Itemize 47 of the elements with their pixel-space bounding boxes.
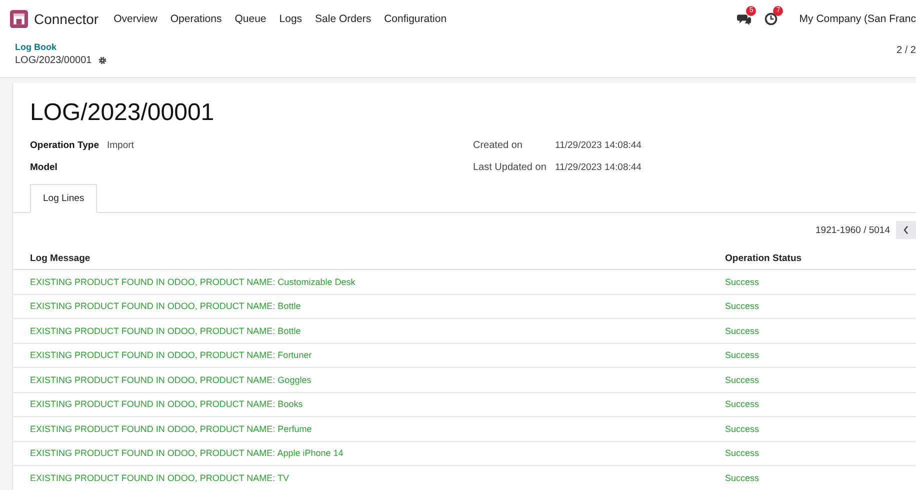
- status-text: Success: [725, 276, 760, 287]
- log-message: EXISTING PRODUCT FOUND IN ODOO, PRODUCT NAME: Bottle: [30, 301, 301, 312]
- menu-item[interactable]: Overview: [114, 13, 158, 25]
- menu-item[interactable]: Operations: [170, 13, 222, 25]
- column-header[interactable]: Operation Status: [725, 247, 916, 270]
- status-text: Success: [725, 399, 760, 410]
- status-text: Success: [725, 301, 760, 312]
- menu-item[interactable]: Queue: [234, 13, 266, 25]
- list-pager: 1921-1960 / 5014: [816, 224, 890, 236]
- status-text: Success: [725, 448, 760, 458]
- menu-item[interactable]: Sale Orders: [315, 13, 372, 25]
- field-label: Model: [30, 162, 58, 172]
- column-header[interactable]: Log Message: [13, 247, 725, 270]
- status-text: Success: [725, 424, 760, 434]
- log-message: EXISTING PRODUCT FOUND IN ODOO, PRODUCT NAME: Apple iPhone 14: [30, 448, 344, 458]
- tab[interactable]: Log Lines: [30, 184, 98, 213]
- field-value: 11/29/2023 14:08:44: [555, 162, 642, 172]
- field-label: Last Updated on: [473, 162, 548, 172]
- app-name[interactable]: Connector: [34, 11, 99, 27]
- log-message: EXISTING PRODUCT FOUND IN ODOO, PRODUCT NAME: Bottle: [30, 326, 301, 336]
- settings-icon[interactable]: [98, 56, 107, 65]
- menu-item[interactable]: Logs: [279, 13, 302, 25]
- status-text: Success: [725, 350, 760, 360]
- clock-icon[interactable]: [764, 12, 778, 26]
- record-pager: 2 / 2: [896, 44, 916, 58]
- log-message: EXISTING PRODUCT FOUND IN ODOO, PRODUCT NAME: TV: [30, 472, 290, 483]
- field-value: 11/29/2023 14:08:44: [555, 140, 642, 150]
- breadcrumb-current: LOG/2023/00001: [15, 55, 92, 66]
- log-message: EXISTING PRODUCT FOUND IN ODOO, PRODUCT NAME: Fortuner: [30, 350, 312, 360]
- log-message: EXISTING PRODUCT FOUND IN ODOO, PRODUCT NAME: Perfume: [30, 424, 312, 434]
- status-text: Success: [725, 472, 760, 483]
- log-message: EXISTING PRODUCT FOUND IN ODOO, PRODUCT NAME: Goggles: [30, 374, 312, 385]
- chevron-left-icon: [903, 225, 909, 235]
- field-label: Created on: [473, 140, 524, 150]
- app-logo-icon[interactable]: [10, 10, 28, 28]
- field-value: Import: [107, 140, 134, 150]
- log-message: EXISTING PRODUCT FOUND IN ODOO, PRODUCT NAME: Customizable Desk: [30, 276, 356, 287]
- menu-item[interactable]: Configuration: [384, 13, 447, 25]
- chat-icon[interactable]: [737, 12, 752, 26]
- status-text: Success: [725, 374, 760, 385]
- log-message: EXISTING PRODUCT FOUND IN ODOO, PRODUCT NAME: Books: [30, 399, 303, 410]
- field-label: Operation Type: [30, 140, 100, 150]
- record-title: LOG/2023/00001: [29, 98, 216, 128]
- company-switcher[interactable]: My Company (San Franc: [799, 13, 916, 25]
- status-text: Success: [725, 326, 760, 336]
- previous-page-button[interactable]: [896, 221, 916, 239]
- breadcrumb-link[interactable]: Log Book: [15, 42, 107, 52]
